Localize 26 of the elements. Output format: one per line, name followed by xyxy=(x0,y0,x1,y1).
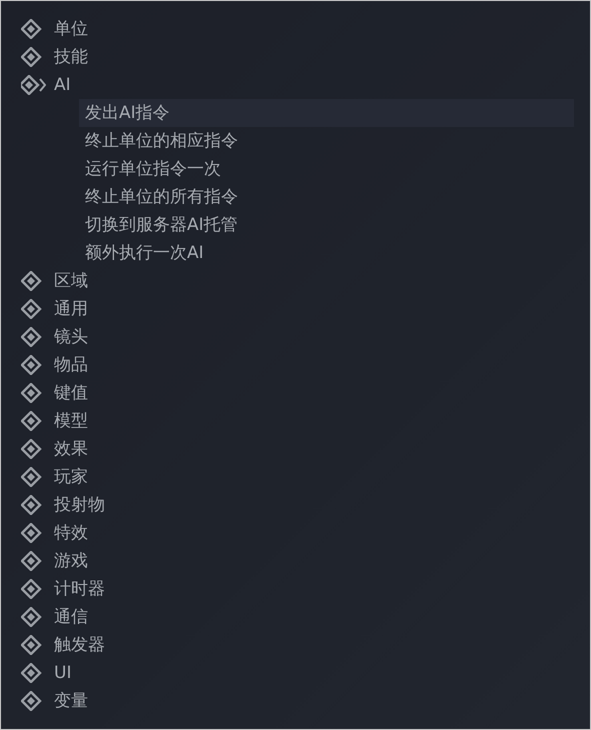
action-item[interactable]: 额外执行一次AI xyxy=(79,239,574,267)
category-label[interactable]: 效果 xyxy=(54,440,88,458)
action-item[interactable]: 终止单位的相应指令 xyxy=(79,127,574,155)
category-label[interactable]: 技能 xyxy=(54,48,88,66)
category-label[interactable]: 模型 xyxy=(54,412,88,430)
action-item[interactable]: 运行单位指令一次 xyxy=(79,155,574,183)
action-item[interactable]: 发出AI指令 xyxy=(79,99,574,127)
category-label[interactable]: 区域 xyxy=(54,272,88,290)
category-label[interactable]: 触发器 xyxy=(54,636,105,654)
category-label[interactable]: 通信 xyxy=(54,608,88,626)
action-item[interactable]: 切换到服务器AI托管 xyxy=(79,211,574,239)
category-label[interactable]: 变量 xyxy=(54,692,88,710)
category-label[interactable]: AI xyxy=(54,76,71,94)
category-label[interactable]: 投射物 xyxy=(54,496,105,514)
category-label[interactable]: 计时器 xyxy=(54,580,105,598)
category-label[interactable]: UI xyxy=(54,664,72,682)
category-label[interactable]: 游戏 xyxy=(54,552,88,570)
category-label[interactable]: 键值 xyxy=(54,384,88,402)
action-item[interactable]: 终止单位的所有指令 xyxy=(79,183,574,211)
category-label[interactable]: 玩家 xyxy=(54,468,88,486)
category-label[interactable]: 单位 xyxy=(54,20,88,38)
category-label[interactable]: 物品 xyxy=(54,356,88,374)
category-label[interactable]: 通用 xyxy=(54,300,88,318)
category-label[interactable]: 特效 xyxy=(54,524,88,542)
expanded-diamond-icon[interactable] xyxy=(21,75,46,95)
category-label[interactable]: 镜头 xyxy=(54,328,88,346)
